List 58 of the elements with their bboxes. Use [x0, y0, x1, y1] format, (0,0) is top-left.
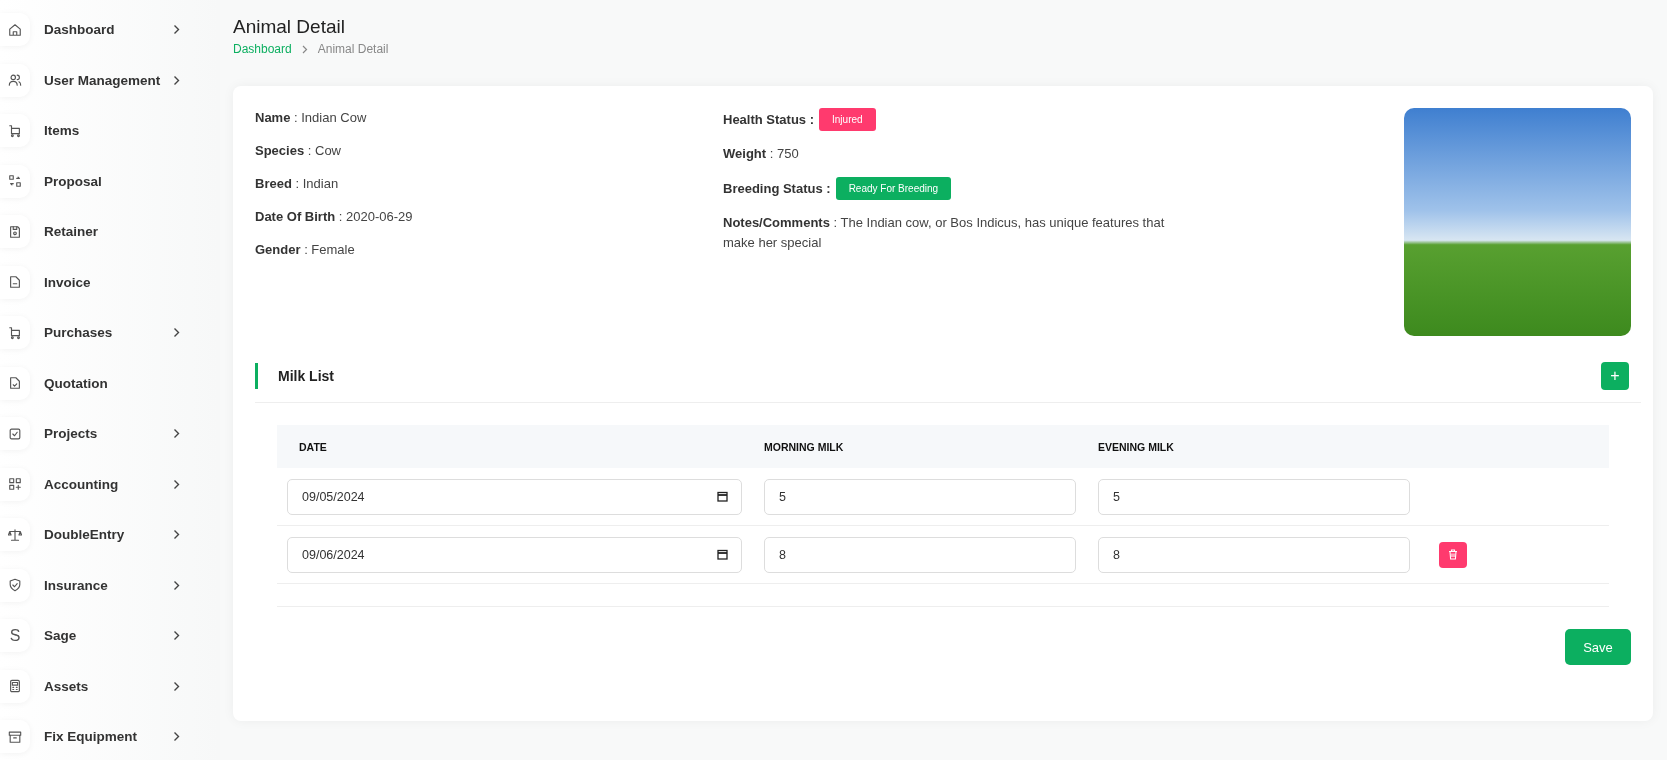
column-header: MORNING MILK [764, 440, 845, 453]
cart-icon [8, 325, 22, 340]
chevron-right-icon [301, 44, 308, 54]
status-badge: Injured [819, 108, 876, 131]
status-badge: Ready For Breeding [835, 177, 952, 200]
document-check-icon [8, 376, 22, 390]
input-field[interactable]: 8 [1098, 536, 1410, 573]
detail-text: Name : Indian Cow [255, 109, 368, 127]
trash-icon [1448, 549, 1458, 560]
calendar-icon [717, 490, 728, 502]
detail-text: Weight : 750 [723, 145, 800, 163]
archive-icon [8, 729, 22, 744]
sidebar-item[interactable]: Accounting [0, 467, 220, 501]
detail-label: Breeding Status : [723, 181, 831, 196]
sidebar-item[interactable]: Projects [0, 417, 220, 450]
detail-text: Gender : Female [255, 241, 356, 259]
detail-text: Date Of Birth : 2020-06-29 [255, 208, 414, 226]
sidebar-item[interactable]: Quotation [0, 366, 220, 400]
column-header: EVENING MILK [1098, 440, 1175, 453]
scale-icon [8, 527, 22, 542]
grid-plus-icon [8, 477, 22, 491]
section-title: Milk List [255, 363, 334, 389]
sidebar-item[interactable]: Purchases [0, 316, 220, 349]
floppy-icon [8, 224, 22, 239]
page-title: Animal Detail [233, 16, 346, 38]
document-icon [8, 275, 22, 289]
sidebar-item[interactable]: Proposal [0, 164, 220, 198]
calculator-icon [8, 679, 22, 693]
input-field[interactable]: 5 [764, 478, 1076, 515]
input-field[interactable]: 5 [1098, 478, 1410, 515]
users-icon [8, 73, 22, 87]
input-field[interactable]: 8 [764, 536, 1076, 573]
detail-text: Species : Cow [255, 142, 342, 160]
date-field[interactable]: 09/05/2024 [287, 478, 742, 515]
cart-icon [8, 123, 22, 138]
sidebar-item[interactable]: Dashboard [0, 13, 220, 46]
sidebar-letter-icon: S [9, 626, 21, 645]
sidebar-item[interactable]: Items [0, 114, 220, 147]
calendar-icon [717, 548, 728, 560]
detail-text: Notes/Comments : The Indian cow, or Bos Indicus, has unique features that make her special [723, 214, 1166, 252]
swap-icon [8, 174, 22, 188]
sidebar-item[interactable]: Retainer [0, 215, 220, 248]
column-header: DATE [298, 440, 328, 453]
detail-label: Health Status : [723, 112, 814, 127]
checkbox-icon [8, 426, 22, 441]
delete-button[interactable] [1439, 541, 1467, 568]
sidebar-item[interactable]: Fix Equipment [0, 720, 220, 753]
sidebar-item[interactable]: S Sage [0, 619, 220, 652]
sidebar-item[interactable]: Invoice [0, 265, 220, 299]
sidebar-item[interactable]: User Management [0, 63, 220, 97]
detail-text: Breed : Indian [255, 175, 340, 193]
sidebar-item[interactable]: DoubleEntry [0, 518, 220, 551]
sidebar-item[interactable]: Insurance [0, 568, 220, 602]
home-icon [8, 22, 22, 37]
breadcrumb-current: Animal Detail [317, 42, 389, 56]
sidebar-item[interactable]: Assets [0, 669, 220, 703]
shield-icon [8, 578, 22, 592]
date-field[interactable]: 09/06/2024 [287, 536, 742, 573]
